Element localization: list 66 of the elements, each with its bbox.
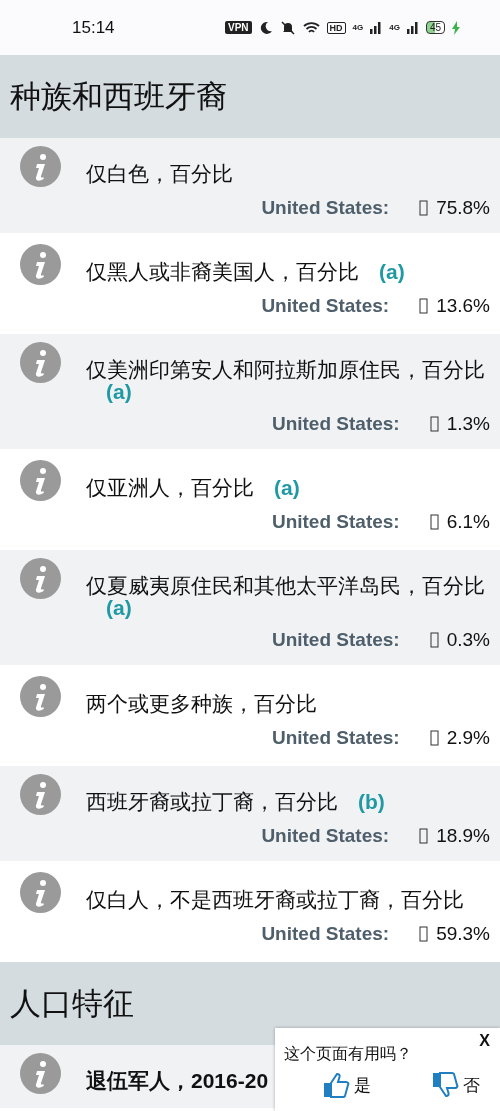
muted-bell-icon — [279, 19, 296, 36]
row-value: 18.9% — [436, 825, 490, 848]
info-icon[interactable] — [20, 774, 61, 816]
info-icon[interactable] — [20, 1053, 61, 1095]
region-label: United States: — [261, 197, 390, 219]
yes-button[interactable]: 是 — [322, 1071, 371, 1099]
battery-level: 45 — [425, 21, 445, 34]
moon-icon — [258, 20, 273, 35]
region-label: United States: — [271, 413, 400, 436]
row-value: 6.1% — [446, 511, 490, 534]
missing-glyph-icon — [429, 730, 439, 747]
region-label: United States: — [261, 295, 390, 317]
feedback-question: 这个页面有用吗？ — [284, 1044, 413, 1064]
row-label: 退伍军人，2016-20 — [86, 1070, 269, 1093]
hd-badge: HD — [326, 21, 346, 34]
info-icon[interactable] — [20, 146, 61, 187]
missing-glyph-icon — [419, 828, 429, 845]
info-icon[interactable] — [20, 872, 61, 914]
row-value: 2.9% — [446, 727, 490, 750]
missing-glyph-icon — [419, 926, 429, 943]
missing-glyph-icon — [419, 298, 429, 314]
info-icon[interactable] — [20, 244, 61, 285]
signal-label: 4G — [352, 23, 364, 32]
info-icon[interactable] — [20, 342, 61, 383]
signal-icon — [406, 21, 419, 34]
row-label: 仅夏威夷原住民和其他太平洋岛民，百分比 (a) — [86, 575, 486, 620]
wifi-icon — [302, 20, 320, 35]
row-label: 西班牙裔或拉丁裔，百分比 (b) — [86, 791, 385, 814]
missing-glyph-icon — [429, 416, 439, 433]
thumbs-down-icon — [431, 1071, 459, 1099]
footnote-link[interactable]: (a) — [106, 380, 132, 404]
region-label: United States: — [271, 511, 400, 534]
region-label: United States: — [261, 825, 390, 848]
row-value: 0.3% — [446, 629, 490, 652]
region-label: United States: — [271, 629, 400, 652]
charging-icon — [452, 20, 460, 35]
footnote-link[interactable]: (a) — [274, 476, 300, 500]
signal-label: 4G — [389, 23, 400, 32]
info-icon[interactable] — [20, 460, 61, 502]
row-value: 59.3% — [436, 923, 490, 946]
info-icon[interactable] — [20, 676, 61, 718]
region-label: United States: — [261, 923, 390, 946]
missing-glyph-icon — [429, 514, 439, 531]
row-label: 仅白色，百分比 — [86, 163, 233, 186]
no-button[interactable]: 否 — [431, 1071, 480, 1099]
close-button[interactable]: X — [479, 1032, 490, 1050]
row-label: 两个或更多种族，百分比 — [86, 693, 317, 716]
signal-icon — [370, 21, 383, 34]
section-heading: 种族和西班牙裔 — [0, 55, 500, 138]
missing-glyph-icon — [429, 632, 439, 649]
missing-glyph-icon — [419, 200, 429, 216]
row-value: 75.8% — [436, 197, 490, 219]
row-label: 仅亚洲人，百分比 (a) — [86, 477, 300, 500]
footnote-link[interactable]: (a) — [106, 596, 132, 620]
row-label: 仅黑人或非裔美国人，百分比 (a) — [86, 261, 405, 284]
row-value: 13.6% — [436, 295, 490, 317]
row-value: 1.3% — [446, 413, 490, 436]
clock: 15:14 — [72, 17, 115, 38]
vpn-badge: VPN — [224, 21, 252, 34]
footnote-link[interactable]: (b) — [358, 790, 385, 814]
region-label: United States: — [271, 727, 400, 750]
row-label: 仅美洲印第安人和阿拉斯加原住民，百分比 (a) — [86, 359, 486, 404]
row-label: 仅白人，不是西班牙裔或拉丁裔，百分比 — [86, 889, 464, 912]
footnote-link[interactable]: (a) — [379, 260, 405, 283]
thumbs-up-icon — [322, 1071, 350, 1099]
info-icon[interactable] — [20, 558, 61, 600]
